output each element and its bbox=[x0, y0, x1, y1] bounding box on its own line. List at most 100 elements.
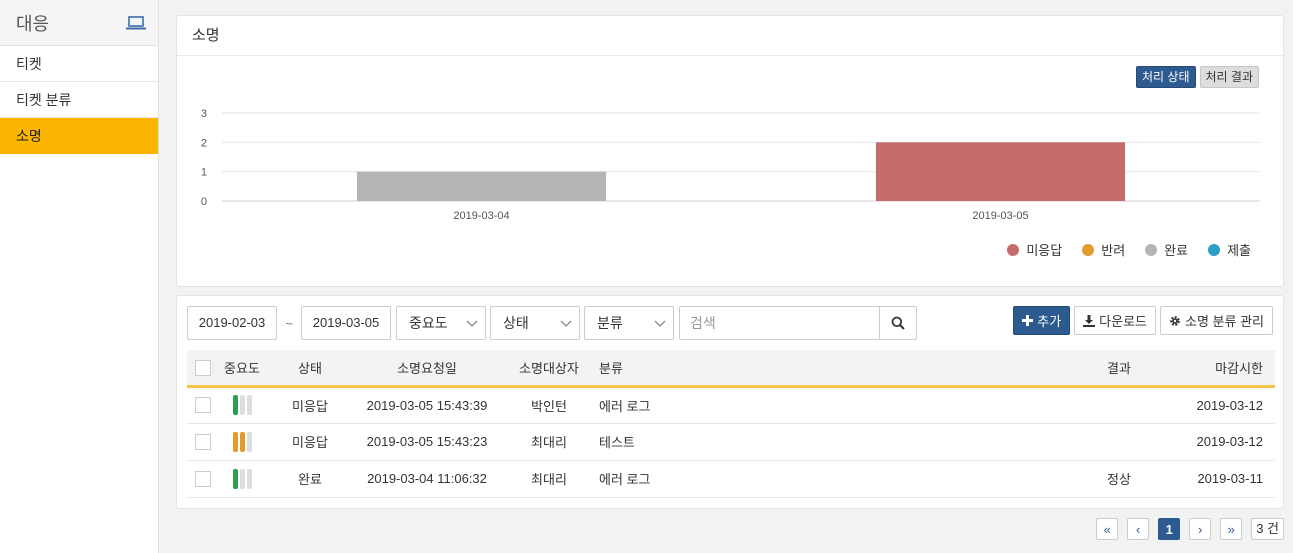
explanation-table: 중요도 상태 소명요청일 소명대상자 분류 결과 마감시한 미응답 2019-0… bbox=[187, 350, 1275, 498]
add-button[interactable]: 추가 bbox=[1013, 306, 1071, 335]
legend-label: 제출 bbox=[1227, 243, 1251, 258]
legend-label: 완료 bbox=[1164, 243, 1189, 258]
result-cell: 정상 bbox=[1107, 472, 1131, 487]
priority-indicator bbox=[232, 431, 252, 452]
status-select[interactable]: 상태 bbox=[490, 306, 580, 340]
legend-item[interactable]: 반려 bbox=[1082, 240, 1125, 259]
search-button[interactable] bbox=[879, 306, 917, 340]
next-page-button[interactable]: › bbox=[1189, 518, 1212, 540]
status-select-value: 상태 bbox=[503, 315, 529, 331]
panel-title: 소명 bbox=[177, 16, 1283, 56]
category-cell: 에러 로그 bbox=[599, 398, 651, 414]
gear-icon bbox=[1170, 315, 1180, 326]
date-from-input[interactable]: 2019-02-03 bbox=[187, 306, 277, 340]
row-checkbox-cell bbox=[187, 460, 219, 497]
last-page-button[interactable]: » bbox=[1220, 518, 1243, 540]
result-cell bbox=[1069, 386, 1169, 423]
legend-dot bbox=[1208, 243, 1221, 256]
chart-legend: 미응답 반려 완료 제출 bbox=[1007, 240, 1251, 259]
result-cell bbox=[1069, 423, 1169, 460]
table-row[interactable]: 미응답 2019-03-05 15:43:23 최대리 테스트 2019-03-… bbox=[187, 423, 1275, 460]
table-header-row: 중요도 상태 소명요청일 소명대상자 분류 결과 마감시한 bbox=[187, 350, 1275, 386]
target-cell: 박인턴 bbox=[531, 398, 567, 414]
y-tick-label: 2 bbox=[201, 137, 207, 149]
header-priority[interactable]: 중요도 bbox=[219, 350, 265, 386]
sidebar-title: 대응 bbox=[16, 13, 50, 34]
x-tick-label: 2019-03-04 bbox=[453, 210, 509, 222]
sidebar-item-explanation[interactable]: 소명 bbox=[0, 118, 158, 154]
status-toggle-button[interactable]: 처리 상태 bbox=[1136, 66, 1196, 88]
deadline-cell: 2019-03-12 bbox=[1196, 397, 1264, 413]
date-to-input[interactable]: 2019-03-05 bbox=[301, 306, 391, 340]
select-all-checkbox[interactable] bbox=[195, 359, 211, 376]
header-result[interactable]: 결과 bbox=[1069, 350, 1169, 386]
filter-bar: 2019-02-03 ~ 2019-03-05 중요도 상태 분류 검색 bbox=[187, 306, 917, 340]
row-checkbox[interactable] bbox=[195, 470, 211, 487]
chevron-down-icon bbox=[560, 320, 572, 327]
table-row[interactable]: 완료 2019-03-04 11:06:32 최대리 에러 로그 정상 2019… bbox=[187, 460, 1275, 497]
chevron-down-icon bbox=[654, 320, 666, 327]
table-row[interactable]: 미응답 2019-03-05 15:43:39 박인턴 에러 로그 2019-0… bbox=[187, 386, 1275, 423]
add-button-label: 추가 bbox=[1037, 314, 1062, 329]
category-cell: 테스트 bbox=[599, 435, 635, 450]
row-checkbox-cell bbox=[187, 423, 219, 460]
legend-item[interactable]: 제출 bbox=[1208, 240, 1251, 259]
first-page-button[interactable]: « bbox=[1096, 518, 1119, 540]
status-cell: 미응답 bbox=[292, 398, 328, 414]
bar-미응답 bbox=[875, 142, 1126, 201]
header-target[interactable]: 소명대상자 bbox=[499, 350, 599, 386]
target-cell: 최대리 bbox=[531, 472, 567, 487]
plus-icon bbox=[1022, 315, 1034, 326]
requested-cell: 2019-03-05 15:43:39 bbox=[366, 397, 488, 413]
requested-cell: 2019-03-05 15:43:23 bbox=[366, 434, 488, 449]
laptop-icon[interactable] bbox=[126, 15, 146, 30]
priority-indicator bbox=[232, 395, 252, 415]
y-tick-label: 0 bbox=[201, 196, 207, 208]
deadline-cell: 2019-03-11 bbox=[1197, 471, 1263, 486]
bar-완료 bbox=[356, 171, 607, 201]
sidebar-item-ticket[interactable]: 티켓 bbox=[0, 46, 158, 82]
legend-item[interactable]: 미응답 bbox=[1007, 240, 1062, 259]
manage-category-button-label: 소명 분류 관리 bbox=[1185, 314, 1264, 329]
chevron-down-icon bbox=[466, 320, 478, 327]
legend-dot bbox=[1082, 243, 1095, 256]
priority-cell bbox=[219, 386, 265, 423]
action-bar: 추가 다운로드 소명 분류 관리 bbox=[1013, 306, 1273, 335]
header-requested[interactable]: 소명요청일 bbox=[355, 350, 499, 386]
target-cell: 최대리 bbox=[531, 435, 567, 450]
header-deadline[interactable]: 마감시한 bbox=[1169, 350, 1275, 386]
pagination: « ‹ 1 › » 3 건 bbox=[1096, 518, 1284, 540]
search-input[interactable]: 검색 bbox=[679, 306, 879, 340]
page-1-button[interactable]: 1 bbox=[1158, 518, 1181, 540]
category-select[interactable]: 분류 bbox=[584, 306, 674, 340]
header-category[interactable]: 분류 bbox=[599, 350, 1069, 386]
y-tick-label: 3 bbox=[201, 108, 207, 120]
chart-panel: 소명 처리 상태 처리 결과 0 1 2 3 2019-03-04 2019-03-05 … bbox=[176, 15, 1284, 287]
row-checkbox-cell bbox=[187, 386, 219, 423]
status-cell: 완료 bbox=[298, 472, 322, 487]
legend-item[interactable]: 완료 bbox=[1145, 240, 1188, 259]
requested-cell: 2019-03-04 11:06:32 bbox=[367, 471, 487, 486]
legend-label: 미응답 bbox=[1026, 243, 1063, 258]
sidebar-item-ticket-category[interactable]: 티켓 분류 bbox=[0, 82, 158, 118]
total-count: 3 건 bbox=[1251, 518, 1284, 540]
manage-category-button[interactable]: 소명 분류 관리 bbox=[1160, 306, 1273, 335]
legend-dot bbox=[1145, 243, 1158, 256]
x-tick-label: 2019-03-05 bbox=[972, 210, 1028, 222]
row-checkbox[interactable] bbox=[195, 397, 211, 414]
sidebar: 대응 티켓 티켓 분류 소명 bbox=[0, 0, 159, 553]
row-checkbox[interactable] bbox=[195, 433, 211, 450]
priority-select-value: 중요도 bbox=[409, 315, 448, 331]
header-status[interactable]: 상태 bbox=[265, 350, 355, 386]
download-icon bbox=[1083, 314, 1096, 327]
download-button[interactable]: 다운로드 bbox=[1074, 306, 1157, 335]
prev-page-button[interactable]: ‹ bbox=[1127, 518, 1150, 540]
search-icon bbox=[891, 316, 905, 330]
select-all-checkbox-cell bbox=[187, 350, 219, 386]
bar-chart: 0 1 2 3 2019-03-04 2019-03-05 bbox=[201, 108, 1260, 222]
priority-select[interactable]: 중요도 bbox=[396, 306, 486, 340]
sidebar-header: 대응 bbox=[0, 0, 158, 46]
status-cell: 미응답 bbox=[292, 435, 328, 450]
result-toggle-button[interactable]: 처리 결과 bbox=[1199, 66, 1259, 88]
deadline-cell: 2019-03-12 bbox=[1196, 434, 1264, 449]
